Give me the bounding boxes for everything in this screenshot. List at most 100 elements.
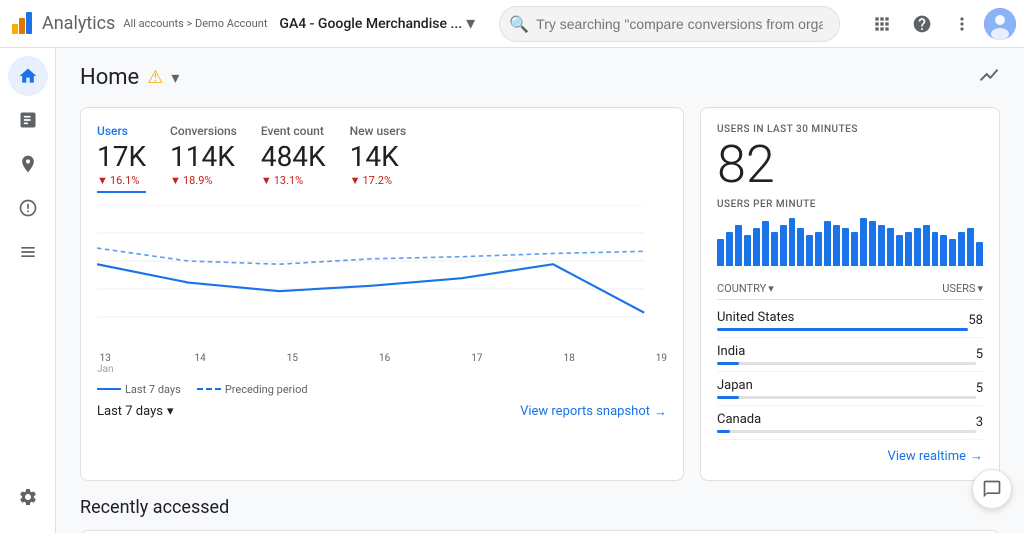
metric-conversions-label[interactable]: Conversions xyxy=(170,124,237,138)
country-name: India xyxy=(717,344,976,359)
realtime-sublabel: USERS PER MINUTE xyxy=(717,199,983,210)
bar-item xyxy=(851,232,858,266)
bar-item xyxy=(905,232,912,266)
country-table-header: COUNTRY ▾ USERS ▾ xyxy=(717,278,983,300)
more-options-icon[interactable] xyxy=(944,6,980,42)
feedback-button[interactable] xyxy=(972,469,1012,509)
home-header: Home ⚠ ▾ xyxy=(80,64,1000,91)
metrics: Users 17K ▼ 16.1% Conversions 114K ▼ xyxy=(97,124,667,193)
sidebar-item-home[interactable] xyxy=(8,56,48,96)
bar-item xyxy=(744,235,751,266)
bar-item xyxy=(896,235,903,266)
country-rows: United States 58 India 5 Japan 5 Canada … xyxy=(717,304,983,440)
arrow-down-icon: ▼ xyxy=(97,174,108,187)
country-row: Canada 3 xyxy=(717,406,983,440)
bar-item xyxy=(780,225,787,266)
bar-item xyxy=(932,232,939,266)
chevron-down-icon: ▾ xyxy=(768,282,774,295)
sidebar-item-explore[interactable] xyxy=(8,144,48,184)
country-name: Canada xyxy=(717,412,976,427)
logo: Analytics xyxy=(8,10,115,38)
country-users: 5 xyxy=(976,347,983,362)
country-name: Japan xyxy=(717,378,976,393)
legend-line-solid xyxy=(97,388,121,390)
sidebar-item-reports[interactable] xyxy=(8,100,48,140)
country-row: India 5 xyxy=(717,338,983,372)
bar-item xyxy=(923,225,930,266)
recently-accessed-title: Recently accessed xyxy=(80,497,1000,518)
avatar[interactable] xyxy=(984,8,1016,40)
metric-new-users-label[interactable]: New users xyxy=(350,124,407,138)
bar-item xyxy=(762,221,769,266)
bar-item xyxy=(878,225,885,266)
search-input[interactable] xyxy=(499,6,840,42)
metric-new-users-change: ▼ 17.2% xyxy=(350,174,407,187)
col-header-users[interactable]: USERS ▾ xyxy=(942,282,983,295)
bar-item xyxy=(771,232,778,266)
page-title: Home xyxy=(80,65,139,90)
metric-users-change: ▼ 16.1% xyxy=(97,174,146,187)
sidebar-item-settings[interactable] xyxy=(8,477,48,517)
bar-item xyxy=(797,228,804,266)
legend-current: Last 7 days xyxy=(97,383,181,396)
period-selector[interactable]: Last 7 days ▾ xyxy=(97,404,174,419)
chevron-down-icon[interactable]: ▾ xyxy=(171,68,179,87)
metric-users-value: 17K xyxy=(97,140,146,174)
apps-icon[interactable] xyxy=(864,6,900,42)
bar-item xyxy=(735,225,742,266)
country-users: 3 xyxy=(976,415,983,430)
topbar: Analytics All accounts > Demo Account GA… xyxy=(0,0,1024,48)
chart-legend: Last 7 days Preceding period xyxy=(97,383,667,396)
help-icon[interactable] xyxy=(904,6,940,42)
bar-item xyxy=(815,232,822,266)
topbar-actions xyxy=(864,6,1016,42)
metric-events-change: ▼ 13.1% xyxy=(261,174,326,187)
bar-item xyxy=(914,228,921,266)
legend-prev-label: Preceding period xyxy=(225,383,308,396)
col-header-country[interactable]: COUNTRY ▾ xyxy=(717,282,774,295)
country-users: 5 xyxy=(976,381,983,396)
metric-conversions-change: ▼ 18.9% xyxy=(170,174,237,187)
bar-item xyxy=(869,221,876,266)
chart-area xyxy=(97,205,667,345)
metric-conversions-value: 114K xyxy=(170,140,237,174)
metric-users-label[interactable]: Users xyxy=(97,124,146,138)
x-label-3: 16 xyxy=(379,353,390,375)
home-title: Home ⚠ ▾ xyxy=(80,65,179,90)
arrow-down-icon: ▼ xyxy=(261,174,272,187)
x-label-2: 15 xyxy=(287,353,298,375)
x-label-0: 13 Jan xyxy=(97,353,113,375)
metric-users: Users 17K ▼ 16.1% xyxy=(97,124,146,193)
metric-underline xyxy=(97,191,146,193)
view-realtime-link[interactable]: View realtime → xyxy=(888,448,983,464)
bar-item xyxy=(940,235,947,266)
x-label-6: 19 xyxy=(656,353,667,375)
main-chart-card: Users 17K ▼ 16.1% Conversions 114K ▼ xyxy=(80,107,684,481)
legend-line-dashed xyxy=(197,388,221,390)
sparkline-icon[interactable] xyxy=(978,64,1000,91)
bar-item xyxy=(833,225,840,266)
bar-item xyxy=(717,239,724,266)
property-selector[interactable]: GA4 - Google Merchandise ... ▾ xyxy=(279,13,475,34)
metric-new-users: New users 14K ▼ 17.2% xyxy=(350,124,407,193)
metric-events-label[interactable]: Event count xyxy=(261,124,326,138)
x-label-5: 18 xyxy=(563,353,574,375)
main-content: Home ⚠ ▾ Users 17K ▼ xyxy=(56,48,1024,533)
x-label-4: 17 xyxy=(471,353,482,375)
arrow-down-icon: ▼ xyxy=(350,174,361,187)
realtime-bar-chart xyxy=(717,218,983,266)
line-chart xyxy=(97,205,667,345)
legend-prev: Preceding period xyxy=(197,383,308,396)
sidebar-item-advertising[interactable] xyxy=(8,188,48,228)
bar-item xyxy=(842,228,849,266)
bar-item xyxy=(753,228,760,266)
arrow-down-icon: ▼ xyxy=(170,174,181,187)
country-users: 58 xyxy=(968,313,983,328)
view-reports-link[interactable]: View reports snapshot → xyxy=(520,404,667,420)
metric-events-value: 484K xyxy=(261,140,326,174)
home-actions xyxy=(978,64,1000,91)
sidebar-item-configure[interactable] xyxy=(8,232,48,272)
country-row: United States 58 xyxy=(717,304,983,338)
legend-current-label: Last 7 days xyxy=(125,383,181,396)
arrow-right-icon: → xyxy=(654,404,667,420)
